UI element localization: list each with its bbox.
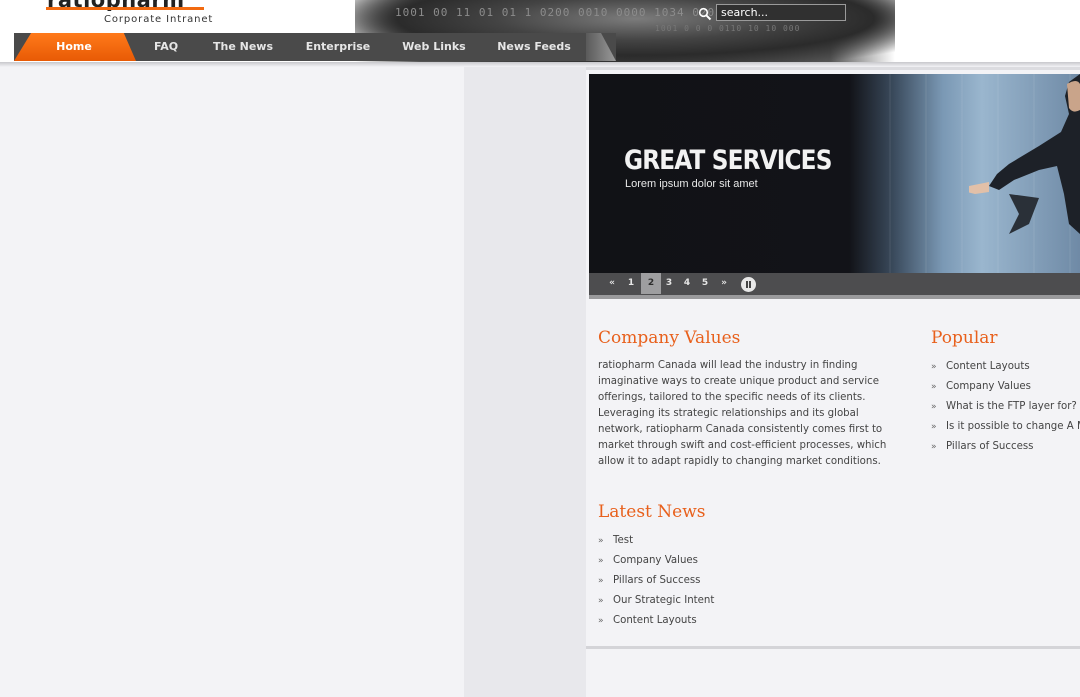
nav-news-feeds[interactable]: News Feeds (496, 33, 572, 61)
popular-item-label[interactable]: What is the FTP layer for? (946, 401, 1077, 412)
search-icon[interactable] (698, 7, 712, 21)
slider-page-1[interactable]: 1 (622, 273, 640, 294)
news-item[interactable]: » Our Strategic Intent (598, 591, 714, 611)
slider-next-button[interactable]: » (715, 273, 733, 294)
double-chevron-icon: » (598, 596, 604, 606)
news-item-label[interactable]: Our Strategic Intent (613, 595, 714, 606)
nav-home[interactable]: Home (44, 33, 104, 61)
slider-page-5[interactable]: 5 (696, 273, 714, 294)
popular-list: » Content Layouts » Company Values » What i… (931, 357, 1080, 457)
news-item-label[interactable]: Company Values (613, 555, 698, 566)
slider-page-3[interactable]: 3 (660, 273, 678, 294)
slider-page-2[interactable]: 2 (641, 273, 661, 294)
company-values-text: ratiopharm Canada will lead the industry… (598, 360, 887, 467)
popular-item-label[interactable]: Is it possible to change A M (946, 421, 1080, 432)
popular-heading: Popular (931, 328, 998, 348)
double-chevron-icon: » (931, 402, 937, 412)
news-item-label[interactable]: Test (613, 535, 633, 546)
popular-item[interactable]: » Pillars of Success (931, 437, 1080, 457)
double-chevron-icon: » (931, 442, 937, 452)
slider-prev-button[interactable]: « (603, 273, 621, 294)
double-chevron-icon: » (931, 382, 937, 392)
popular-item-label[interactable]: Pillars of Success (946, 441, 1033, 452)
double-chevron-icon: » (598, 536, 604, 546)
slider-page-4[interactable]: 4 (678, 273, 696, 294)
banner-digits-small: 1001 0 0 0 0110 10 10 000 (655, 24, 801, 33)
double-chevron-icon: » (598, 556, 604, 566)
businessman-pointing-image (969, 74, 1080, 234)
nav-the-news[interactable]: The News (210, 33, 276, 61)
nav-end-cap (586, 33, 616, 61)
slide-subtitle: Lorem ipsum dolor sit amet (625, 178, 758, 190)
site-header: ratiopharm Corporate Intranet 1001 00 11… (0, 0, 1080, 62)
left-column (0, 67, 464, 697)
news-item-label[interactable]: Pillars of Success (613, 575, 700, 586)
company-values-heading: Company Values (598, 328, 741, 348)
image-slider: GREAT SERVICES Lorem ipsum dolor sit ame… (589, 74, 1080, 299)
search-input[interactable] (716, 4, 846, 21)
content-top-border (586, 67, 1080, 70)
popular-item[interactable]: » Company Values (931, 377, 1080, 397)
main-nav: Home FAQ The News Enterprise Web Links N… (14, 33, 616, 61)
slider-bottom-border (589, 295, 1080, 299)
popular-item-label[interactable]: Content Layouts (946, 361, 1030, 372)
popular-item[interactable]: » Content Layouts (931, 357, 1080, 377)
pause-icon[interactable] (741, 277, 756, 292)
middle-column (464, 67, 586, 697)
popular-item[interactable]: » What is the FTP layer for? (931, 397, 1080, 417)
news-item[interactable]: » Pillars of Success (598, 571, 714, 591)
content-bottom-border (586, 646, 1080, 649)
latest-news-heading: Latest News (598, 502, 706, 522)
news-item[interactable]: » Company Values (598, 551, 714, 571)
logo-underline (46, 7, 204, 10)
slide-title: GREAT SERVICES (624, 145, 832, 176)
news-item-label[interactable]: Content Layouts (613, 615, 697, 626)
double-chevron-icon: » (931, 362, 937, 372)
news-item[interactable]: » Content Layouts (598, 611, 714, 631)
nav-web-links[interactable]: Web Links (398, 33, 470, 61)
nav-faq[interactable]: FAQ (146, 33, 186, 61)
double-chevron-icon: » (598, 616, 604, 626)
popular-item-label[interactable]: Company Values (946, 381, 1031, 392)
popular-item[interactable]: » Is it possible to change A M (931, 417, 1080, 437)
logo-tagline: Corporate Intranet (104, 14, 214, 25)
double-chevron-icon: » (931, 422, 937, 432)
double-chevron-icon: » (598, 576, 604, 586)
news-item[interactable]: » Test (598, 531, 714, 551)
slider-pager: « 1 2 3 4 5 » (589, 273, 1080, 295)
banner-digits: 1001 00 11 01 01 1 0200 0010 0000 1034 0… (395, 6, 723, 19)
nav-enterprise[interactable]: Enterprise (302, 33, 374, 61)
latest-news-list: » Test » Company Values » Pillars of Succes… (598, 531, 714, 631)
